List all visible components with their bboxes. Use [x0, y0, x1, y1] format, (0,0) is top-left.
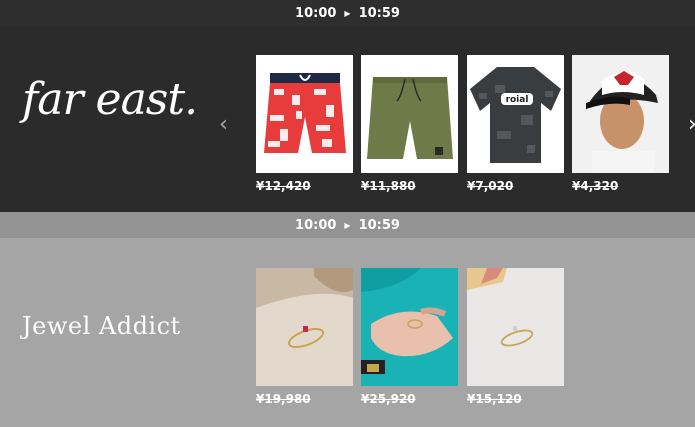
ring-on-stone-image — [256, 268, 353, 386]
brand-logo[interactable]: far east. — [22, 74, 198, 125]
product-price: ¥4,320 — [572, 179, 619, 193]
product-card[interactable]: ¥12,420 — [256, 55, 353, 193]
ring-on-hand-image — [361, 268, 458, 386]
product-price: ¥25,920 — [361, 392, 416, 406]
svg-text:roial: roial — [506, 95, 529, 105]
product-card[interactable]: ¥4,320 — [572, 55, 669, 193]
brand-logo[interactable]: Jewel Addict — [22, 312, 181, 340]
product-price: ¥12,420 — [256, 179, 311, 193]
product-card[interactable]: ¥25,920 — [361, 268, 458, 406]
board-shorts-image — [256, 55, 353, 173]
brand-section-jewel-addict: Jewel Addict ¥19,980 ¥25,920 ¥15,120 — [0, 238, 695, 427]
time-start: 10:00 — [295, 217, 337, 233]
brand-section-fareast: far east. ‹ ¥12,420 ¥11,880 roial ¥7,020… — [0, 26, 695, 212]
play-arrow-icon: ▶ — [344, 220, 351, 230]
product-price: ¥7,020 — [467, 179, 514, 193]
rash-guard-image: roial — [467, 55, 564, 173]
carousel-prev-arrow[interactable]: ‹ — [219, 112, 228, 137]
product-card[interactable]: ¥11,880 — [361, 55, 458, 193]
olive-shorts-image — [361, 55, 458, 173]
ring-on-table-image — [467, 268, 564, 386]
time-start: 10:00 — [295, 5, 337, 21]
product-card[interactable]: ¥19,980 — [256, 268, 353, 406]
time-header: 10:00 ▶ 10:59 — [0, 212, 695, 238]
product-price: ¥11,880 — [361, 179, 416, 193]
product-card[interactable]: roial ¥7,020 — [467, 55, 564, 193]
time-end: 10:59 — [358, 217, 400, 233]
time-end: 10:59 — [358, 5, 400, 21]
carousel-next-arrow[interactable]: › — [688, 112, 695, 137]
product-price: ¥15,120 — [467, 392, 522, 406]
product-card[interactable]: ¥15,120 — [467, 268, 564, 406]
time-header: 10:00 ▶ 10:59 — [0, 0, 695, 26]
play-arrow-icon: ▶ — [344, 8, 351, 18]
product-price: ¥19,980 — [256, 392, 311, 406]
cap-model-image — [572, 55, 669, 173]
